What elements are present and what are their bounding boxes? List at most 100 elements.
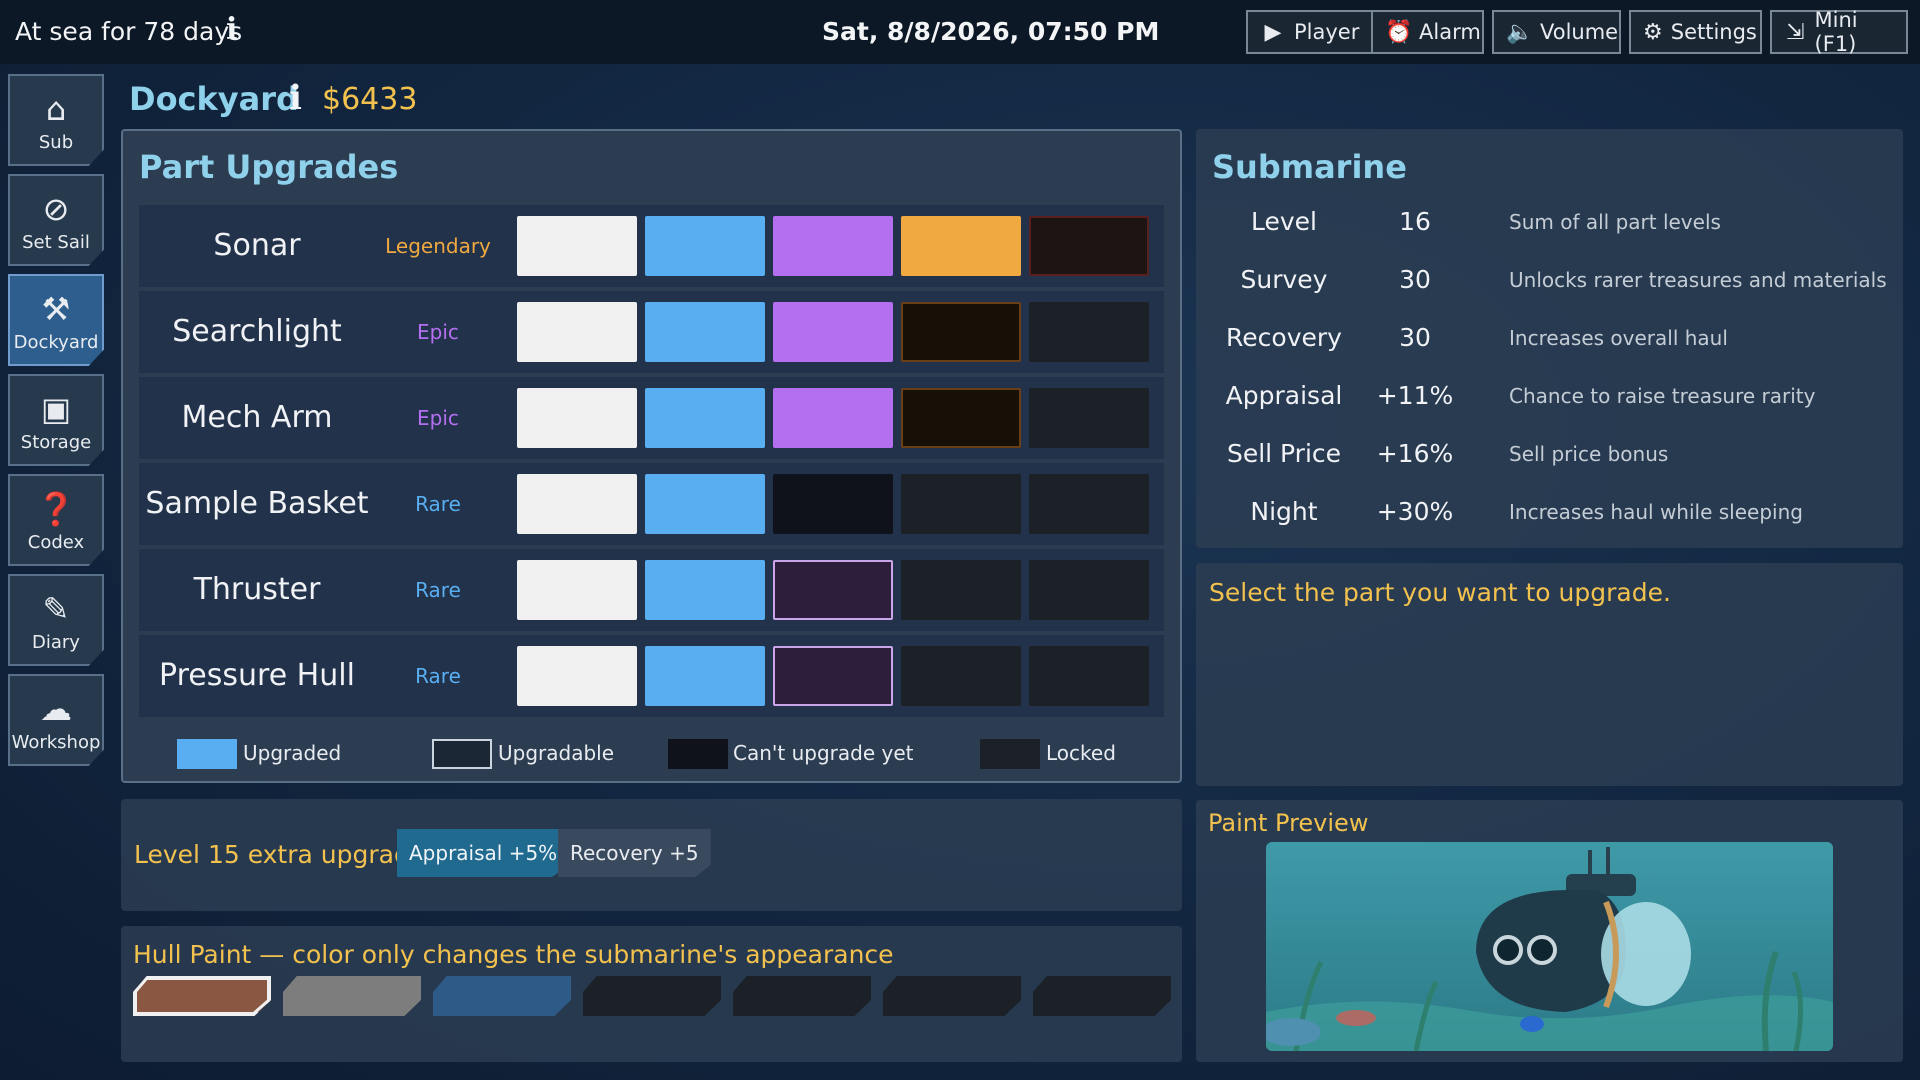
upgrade-slot[interactable] bbox=[773, 560, 893, 620]
player-button-label: Player bbox=[1294, 20, 1360, 44]
upgrade-slot bbox=[517, 216, 637, 276]
paint-swatch[interactable] bbox=[733, 976, 871, 1016]
part-row[interactable]: Thruster Rare bbox=[139, 549, 1164, 631]
part-name: Sonar bbox=[213, 228, 301, 263]
part-rarity: Legendary bbox=[385, 234, 491, 258]
paint-preview-title: Paint Preview bbox=[1208, 809, 1369, 837]
legend-cant-upgrade-label: Can't upgrade yet bbox=[733, 741, 914, 765]
play-icon: ▶ bbox=[1264, 19, 1282, 45]
alarm-button-label: Alarm bbox=[1419, 20, 1481, 44]
upgrade-slot bbox=[1029, 474, 1149, 534]
player-button[interactable]: ▶ Player bbox=[1246, 10, 1375, 54]
sidebar-item-workshop[interactable]: ☁ Workshop bbox=[8, 674, 104, 766]
upgrade-slot bbox=[517, 560, 637, 620]
sidebar-item-label: Workshop bbox=[11, 731, 101, 753]
upgrade-slot bbox=[773, 474, 893, 534]
top-bar: At sea for 78 days i Sat, 8/8/2026, 07:5… bbox=[0, 0, 1920, 64]
home-icon: ⌂ bbox=[45, 89, 67, 128]
mini-mode-button[interactable]: ⇲ Mini (F1) bbox=[1770, 8, 1908, 56]
extra-upgrade-option-label: Recovery +5 bbox=[570, 841, 699, 865]
settings-button[interactable]: ⚙ Settings bbox=[1629, 10, 1762, 54]
sea-days-status: At sea for 78 days bbox=[15, 17, 243, 46]
compass-icon: ⊘ bbox=[42, 189, 70, 228]
part-rarity: Rare bbox=[415, 578, 461, 602]
upgrade-slot bbox=[645, 388, 765, 448]
paint-swatch[interactable] bbox=[433, 976, 571, 1016]
part-upgrades-title: Part Upgrades bbox=[139, 148, 399, 186]
extra-upgrade-appraisal-option[interactable]: Appraisal +5% bbox=[397, 829, 570, 877]
submarine-title: Submarine bbox=[1212, 148, 1407, 186]
part-rarity: Rare bbox=[415, 492, 461, 516]
upgrade-slot bbox=[773, 216, 893, 276]
alarm-button[interactable]: ⏰ Alarm bbox=[1371, 10, 1484, 54]
part-rarity: Epic bbox=[417, 406, 459, 430]
sidebar-item-dockyard[interactable]: ⚒ Dockyard bbox=[8, 274, 104, 366]
volume-button-label: Volume bbox=[1540, 20, 1619, 44]
part-row[interactable]: Sample Basket Rare bbox=[139, 463, 1164, 545]
extra-upgrade-recovery-option[interactable]: Recovery +5 bbox=[558, 829, 711, 877]
hammer-icon: ⚒ bbox=[41, 289, 71, 328]
sidebar-item-label: Sub bbox=[38, 131, 74, 153]
upgrade-slot bbox=[1029, 216, 1149, 276]
info-icon[interactable]: i bbox=[226, 12, 237, 47]
paint-swatch[interactable] bbox=[583, 976, 721, 1016]
page-title: Dockyard bbox=[129, 80, 299, 118]
info-icon[interactable]: i bbox=[289, 78, 302, 118]
upgrade-slot bbox=[645, 646, 765, 706]
part-name: Pressure Hull bbox=[159, 658, 355, 693]
paint-swatch[interactable] bbox=[883, 976, 1021, 1016]
stat-description: Chance to raise treasure rarity bbox=[1509, 384, 1816, 408]
gear-icon: ⚙ bbox=[1643, 19, 1663, 45]
upgrade-slot bbox=[773, 388, 893, 448]
part-row[interactable]: Pressure Hull Rare bbox=[139, 635, 1164, 717]
part-row[interactable]: Searchlight Epic bbox=[139, 291, 1164, 373]
part-rarity: Epic bbox=[417, 320, 459, 344]
sidebar-item-label: Codex bbox=[27, 531, 85, 553]
legend-upgraded-label: Upgraded bbox=[243, 741, 342, 765]
extra-upgrade-option-label: Appraisal +5% bbox=[409, 841, 558, 865]
part-name: Sample Basket bbox=[145, 486, 369, 521]
sidebar-item-label: Diary bbox=[32, 631, 80, 653]
legend-upgraded-swatch bbox=[177, 739, 237, 769]
sidebar-item-set-sail[interactable]: ⊘ Set Sail bbox=[8, 174, 104, 266]
sidebar-item-codex[interactable]: ❓ Codex bbox=[8, 474, 104, 566]
upgrade-slot bbox=[645, 560, 765, 620]
stat-value: 30 bbox=[1399, 323, 1431, 352]
stat-description: Sum of all part levels bbox=[1509, 210, 1721, 234]
stat-description: Increases haul while sleeping bbox=[1509, 500, 1803, 524]
alarm-clock-icon: ⏰ bbox=[1385, 19, 1413, 45]
upgrade-slot bbox=[517, 388, 637, 448]
submarine-preview-image bbox=[1266, 842, 1833, 1051]
stat-description: Increases overall haul bbox=[1509, 326, 1728, 350]
book-icon: ❓ bbox=[36, 489, 76, 528]
part-row[interactable]: Sonar Legendary bbox=[139, 205, 1164, 287]
upgrade-slot bbox=[645, 302, 765, 362]
upgrade-slot bbox=[1029, 302, 1149, 362]
paint-swatch[interactable] bbox=[283, 976, 421, 1016]
minimize-icon: ⇲ bbox=[1786, 19, 1805, 45]
submarine-preview-illustration bbox=[1266, 842, 1833, 1051]
extra-upgrade-label: Level 15 extra upgrade bbox=[134, 840, 426, 869]
upgrade-slot bbox=[1029, 388, 1149, 448]
stat-value: 16 bbox=[1399, 207, 1431, 236]
stat-value: +16% bbox=[1376, 439, 1454, 468]
upgrade-slot bbox=[901, 302, 1021, 362]
legend-cant-upgrade-swatch bbox=[668, 739, 728, 769]
paint-swatch[interactable] bbox=[1033, 976, 1171, 1016]
volume-button[interactable]: 🔈 Volume bbox=[1492, 10, 1621, 54]
upgrade-slot bbox=[517, 474, 637, 534]
upgrade-slot bbox=[645, 474, 765, 534]
hull-paint-label: Hull Paint — color only changes the subm… bbox=[133, 940, 894, 969]
upgrade-slot bbox=[645, 216, 765, 276]
mini-button-label: Mini (F1) bbox=[1814, 8, 1858, 56]
game-datetime: Sat, 8/8/2026, 07:50 PM bbox=[822, 17, 1160, 46]
pencil-icon: ✎ bbox=[42, 589, 70, 628]
part-row[interactable]: Mech Arm Epic bbox=[139, 377, 1164, 459]
sidebar-item-storage[interactable]: ▣ Storage bbox=[8, 374, 104, 466]
selected-paint-outline bbox=[133, 976, 271, 1016]
sidebar-item-diary[interactable]: ✎ Diary bbox=[8, 574, 104, 666]
legend-locked-swatch bbox=[980, 739, 1040, 769]
upgrade-slot[interactable] bbox=[773, 646, 893, 706]
part-name: Mech Arm bbox=[181, 400, 333, 435]
sidebar-item-sub[interactable]: ⌂ Sub bbox=[8, 74, 104, 166]
